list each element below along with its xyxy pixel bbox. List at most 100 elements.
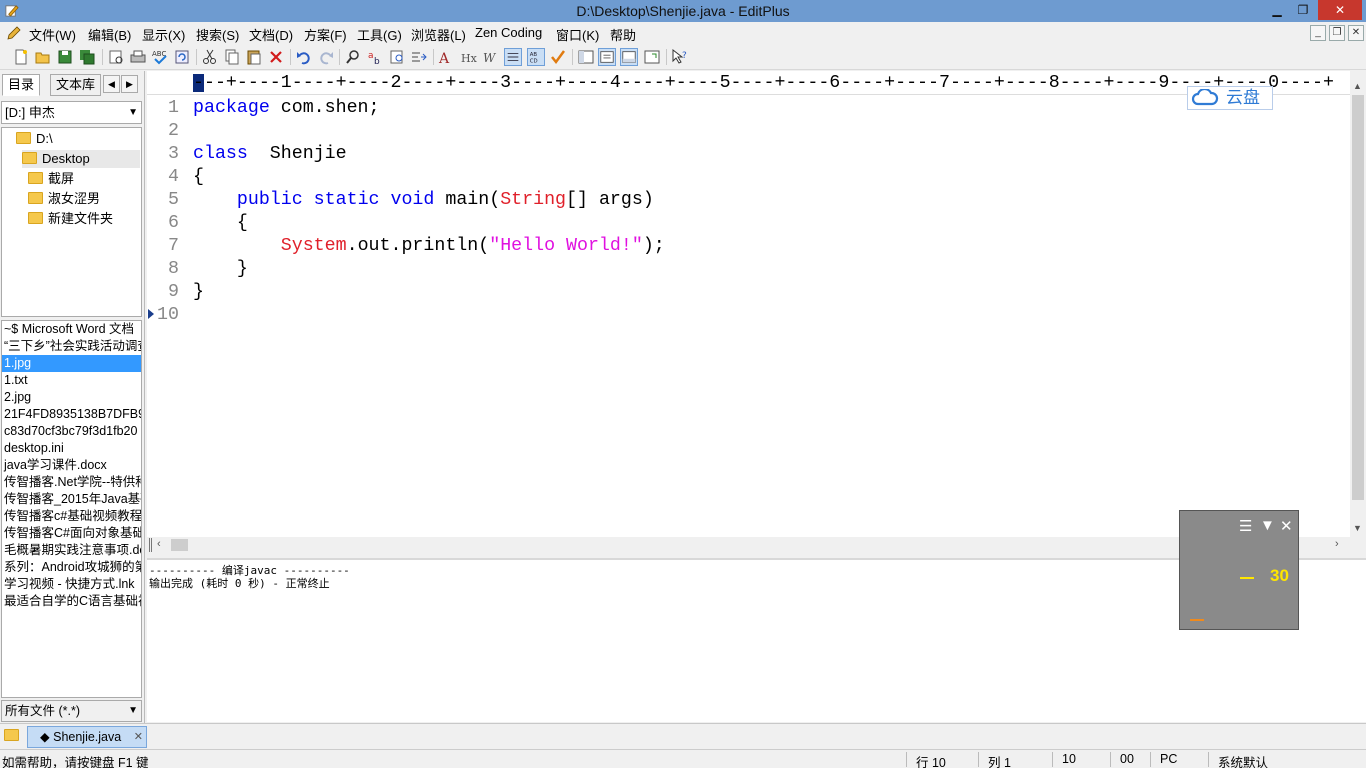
- tree-item-new-folder[interactable]: 新建文件夹: [28, 210, 113, 228]
- tree-item-desktop[interactable]: Desktop: [22, 150, 140, 168]
- close-icon[interactable]: ✕: [1280, 517, 1293, 535]
- scroll-up-icon[interactable]: ▲: [1353, 81, 1362, 91]
- close-tab-icon[interactable]: ✕: [134, 727, 143, 747]
- list-item[interactable]: ~$ Microsoft Word 文档: [2, 321, 141, 338]
- menu-browser[interactable]: 浏览器(L): [411, 25, 466, 44]
- code-token: }: [193, 282, 204, 302]
- close-button[interactable]: ✕: [1318, 0, 1362, 20]
- document-pencil-icon[interactable]: [6, 25, 22, 41]
- html-toolbar-icon[interactable]: Hx: [460, 48, 478, 66]
- scroll-left-icon[interactable]: ‹: [157, 538, 161, 550]
- tab-modified-marker-icon: ◆: [40, 730, 50, 744]
- horizontal-scrollbar[interactable]: ‹ ›: [147, 537, 1350, 553]
- list-item[interactable]: “三下乡”社会实践活动调查: [2, 338, 141, 355]
- list-item[interactable]: desktop.ini: [2, 440, 141, 457]
- column-mode-icon[interactable]: ABCD: [527, 48, 545, 66]
- new-file-icon[interactable]: [12, 48, 30, 66]
- list-item-selected[interactable]: 1.jpg: [2, 355, 141, 372]
- scrollbar-thumb[interactable]: [1352, 95, 1364, 500]
- folder-icon[interactable]: [4, 729, 19, 741]
- mdi-close-button[interactable]: ✕: [1348, 25, 1364, 41]
- word-wrap-icon[interactable]: W: [482, 48, 500, 66]
- delete-icon[interactable]: [267, 48, 285, 66]
- mdi-restore-button[interactable]: ❐: [1329, 25, 1345, 41]
- refresh-icon[interactable]: [173, 48, 191, 66]
- tab-cliptext[interactable]: 文本库: [50, 74, 102, 96]
- list-item[interactable]: java学习课件.docx: [2, 457, 141, 474]
- open-folder-icon[interactable]: [34, 48, 52, 66]
- list-item[interactable]: 传智播客C#面向对象基础: [2, 525, 141, 542]
- menu-zen-coding[interactable]: Zen Coding: [475, 25, 542, 40]
- cut-icon[interactable]: [201, 48, 219, 66]
- tree-item-screenshots[interactable]: 截屏: [28, 170, 74, 188]
- list-item[interactable]: 学习视频 - 快捷方式.lnk: [2, 576, 141, 593]
- check-mark-icon[interactable]: [549, 48, 567, 66]
- find-icon[interactable]: [344, 48, 362, 66]
- menu-file[interactable]: 文件(W): [29, 25, 76, 44]
- split-grip[interactable]: [149, 538, 152, 552]
- file-filter-select[interactable]: 所有文件 (*.*) ▼: [1, 700, 142, 722]
- list-item[interactable]: c83d70cf3bc79f3d1fb20: [2, 423, 141, 440]
- scroll-right-icon[interactable]: ›: [1335, 538, 1339, 550]
- font-icon[interactable]: A: [438, 48, 456, 66]
- menu-document[interactable]: 文档(D): [249, 25, 293, 44]
- list-item[interactable]: 毛概暑期实践注意事项.dc: [2, 542, 141, 559]
- menu-search[interactable]: 搜索(S): [196, 25, 239, 44]
- tab-scroll-left-icon[interactable]: ◀: [103, 75, 120, 93]
- tree-item-folder[interactable]: 淑女涩男: [28, 190, 100, 208]
- directory-window-icon[interactable]: [577, 48, 595, 66]
- save-icon[interactable]: [56, 48, 74, 66]
- list-item[interactable]: 传智播客_2015年Java基础: [2, 491, 141, 508]
- copy-icon[interactable]: [223, 48, 241, 66]
- spell-check-icon[interactable]: ABC: [151, 48, 169, 66]
- status-eol[interactable]: PC: [1160, 752, 1177, 766]
- floating-monitor-widget[interactable]: ☰ ▼ ✕ 30: [1179, 510, 1299, 630]
- cliptext-window-icon[interactable]: [598, 48, 616, 66]
- paste-icon[interactable]: [245, 48, 263, 66]
- undo-icon[interactable]: [295, 48, 313, 66]
- menu-edit[interactable]: 编辑(B): [88, 25, 131, 44]
- output-line: 输出完成 (耗时 0 秒) - 正常终止: [149, 577, 330, 590]
- menu-icon[interactable]: ☰: [1239, 517, 1252, 535]
- list-item[interactable]: 1.txt: [2, 372, 141, 389]
- list-item[interactable]: 传智播客c#基础视频教程(: [2, 508, 141, 525]
- print-icon[interactable]: [129, 48, 147, 66]
- tab-shenjie-java[interactable]: ◆ Shenjie.java ✕: [27, 726, 147, 748]
- print-preview-icon[interactable]: [107, 48, 125, 66]
- tab-scroll-right-icon[interactable]: ▶: [121, 75, 138, 93]
- status-help-text: 如需帮助，请按键盘 F1 键: [2, 756, 149, 768]
- redo-icon[interactable]: [317, 48, 335, 66]
- list-item[interactable]: 2.jpg: [2, 389, 141, 406]
- scroll-down-icon[interactable]: ▼: [1353, 523, 1362, 533]
- save-all-icon[interactable]: [78, 48, 96, 66]
- chevron-down-icon[interactable]: ▼: [1260, 517, 1275, 534]
- mdi-minimize-button[interactable]: _: [1310, 25, 1326, 41]
- status-encoding[interactable]: 系统默认: [1218, 752, 1268, 768]
- drive-select[interactable]: [D:] 申杰 ▼: [1, 101, 142, 124]
- context-help-icon[interactable]: ?: [671, 48, 689, 66]
- menu-help[interactable]: 帮助: [610, 25, 636, 44]
- goto-line-icon[interactable]: [410, 48, 428, 66]
- restore-button[interactable]: ❐: [1290, 0, 1316, 20]
- minimize-button[interactable]: ▁: [1264, 0, 1290, 20]
- line-number-toggle-icon[interactable]: [504, 48, 522, 66]
- list-item[interactable]: 传智播客.Net学院--特供种: [2, 474, 141, 491]
- output-window-icon[interactable]: [620, 48, 638, 66]
- list-item[interactable]: 21F4FD8935138B7DFB9: [2, 406, 141, 423]
- menu-view[interactable]: 显示(X): [142, 25, 185, 44]
- cloud-disk-badge[interactable]: 云盘: [1187, 86, 1273, 110]
- find-in-files-icon[interactable]: [388, 48, 406, 66]
- code-editor[interactable]: 1 package com.shen; 2 3 class Shenjie 4 {5 pub…: [147, 95, 1350, 537]
- menu-tools[interactable]: 工具(G): [357, 25, 402, 44]
- tree-item-d-drive[interactable]: D:\: [16, 130, 53, 148]
- replace-icon[interactable]: ab: [366, 48, 384, 66]
- code-token: [] args): [566, 190, 654, 210]
- tab-directory[interactable]: 目录: [2, 74, 41, 96]
- list-item[interactable]: 最适合自学的C语言基础视: [2, 593, 141, 610]
- menu-project[interactable]: 方案(F): [304, 25, 347, 44]
- vertical-scrollbar[interactable]: ▲ ▼: [1350, 71, 1366, 537]
- scrollbar-thumb[interactable]: [171, 539, 188, 551]
- fullscreen-icon[interactable]: [643, 48, 661, 66]
- list-item[interactable]: 系列：Android攻城狮的第: [2, 559, 141, 576]
- menu-window[interactable]: 窗口(K): [556, 25, 599, 44]
